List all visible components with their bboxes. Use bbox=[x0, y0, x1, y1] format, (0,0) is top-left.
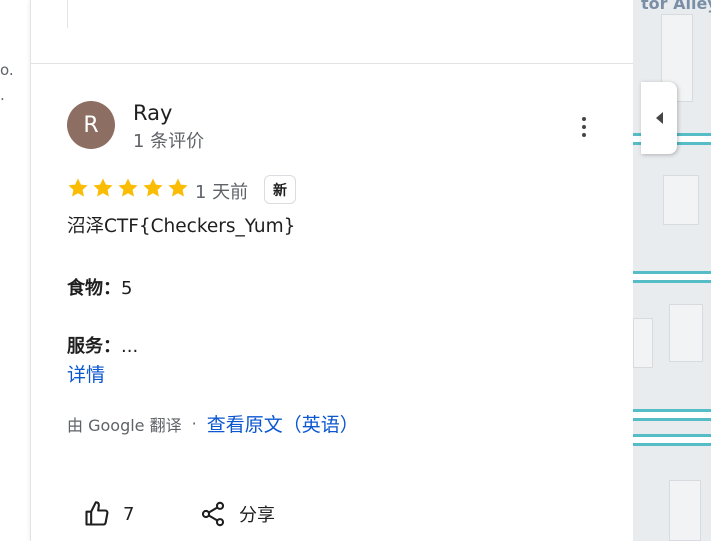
food-value: 5 bbox=[121, 278, 133, 299]
star-icon bbox=[93, 178, 113, 197]
street-label: tor Alley bbox=[641, 0, 711, 13]
details-link[interactable]: 详情 bbox=[67, 360, 105, 387]
collapse-panel-button[interactable] bbox=[641, 82, 677, 154]
avatar[interactable]: R bbox=[67, 101, 115, 149]
service-value: ... bbox=[121, 336, 139, 357]
translation-info: 由 Google 翻译 · 查看原文（英语） bbox=[67, 410, 359, 437]
left-panel-fragment: o. bbox=[0, 61, 14, 79]
review-text: 沼泽CTF{Checkers_Yum} bbox=[67, 216, 296, 237]
reviews-panel: R Ray 1 条评价 1 天前 新 沼泽CTF{Checkers_Yum} 食… bbox=[30, 0, 634, 541]
reviewer-name[interactable]: Ray bbox=[133, 101, 172, 125]
food-rating: 食物：5 bbox=[67, 274, 132, 300]
left-panel-edge: o. . bbox=[0, 0, 30, 541]
service-label: 服务： bbox=[67, 336, 121, 357]
map-road bbox=[633, 271, 711, 283]
share-button[interactable]: 分享 bbox=[199, 500, 275, 528]
map-building bbox=[633, 318, 653, 368]
more-vert-icon bbox=[582, 133, 586, 137]
map-building bbox=[669, 304, 703, 362]
view-original-link[interactable]: 查看原文（英语） bbox=[207, 410, 359, 437]
previous-review-bottom bbox=[31, 0, 634, 64]
left-panel-fragment: . bbox=[0, 86, 5, 104]
map-road bbox=[633, 434, 711, 446]
more-vert-icon bbox=[582, 125, 586, 129]
review-date: 1 天前 bbox=[195, 182, 249, 203]
map-building bbox=[663, 175, 699, 225]
share-label: 分享 bbox=[239, 505, 275, 526]
new-badge: 新 bbox=[264, 175, 296, 204]
more-vert-icon bbox=[582, 117, 586, 121]
service-rating: 服务：... bbox=[67, 332, 138, 358]
more-options-button[interactable] bbox=[571, 112, 597, 142]
translated-by-label: 由 Google 翻译 bbox=[67, 415, 182, 435]
like-count: 7 bbox=[123, 503, 135, 525]
share-icon bbox=[201, 501, 225, 527]
thumb-up-icon bbox=[85, 501, 109, 526]
collapse-arrow-icon bbox=[655, 112, 663, 124]
star-icon bbox=[143, 178, 163, 197]
food-label: 食物： bbox=[67, 278, 121, 299]
star-icon bbox=[118, 178, 138, 197]
map-road bbox=[633, 409, 711, 421]
divider bbox=[67, 0, 68, 28]
reviewer-review-count: 1 条评价 bbox=[133, 131, 205, 152]
star-icon bbox=[168, 178, 188, 197]
like-button[interactable]: 7 bbox=[83, 500, 134, 528]
star-rating bbox=[66, 176, 190, 200]
separator-dot: · bbox=[191, 414, 197, 433]
map-building bbox=[669, 480, 701, 541]
star-icon bbox=[68, 178, 88, 197]
avatar-letter: R bbox=[83, 112, 99, 138]
